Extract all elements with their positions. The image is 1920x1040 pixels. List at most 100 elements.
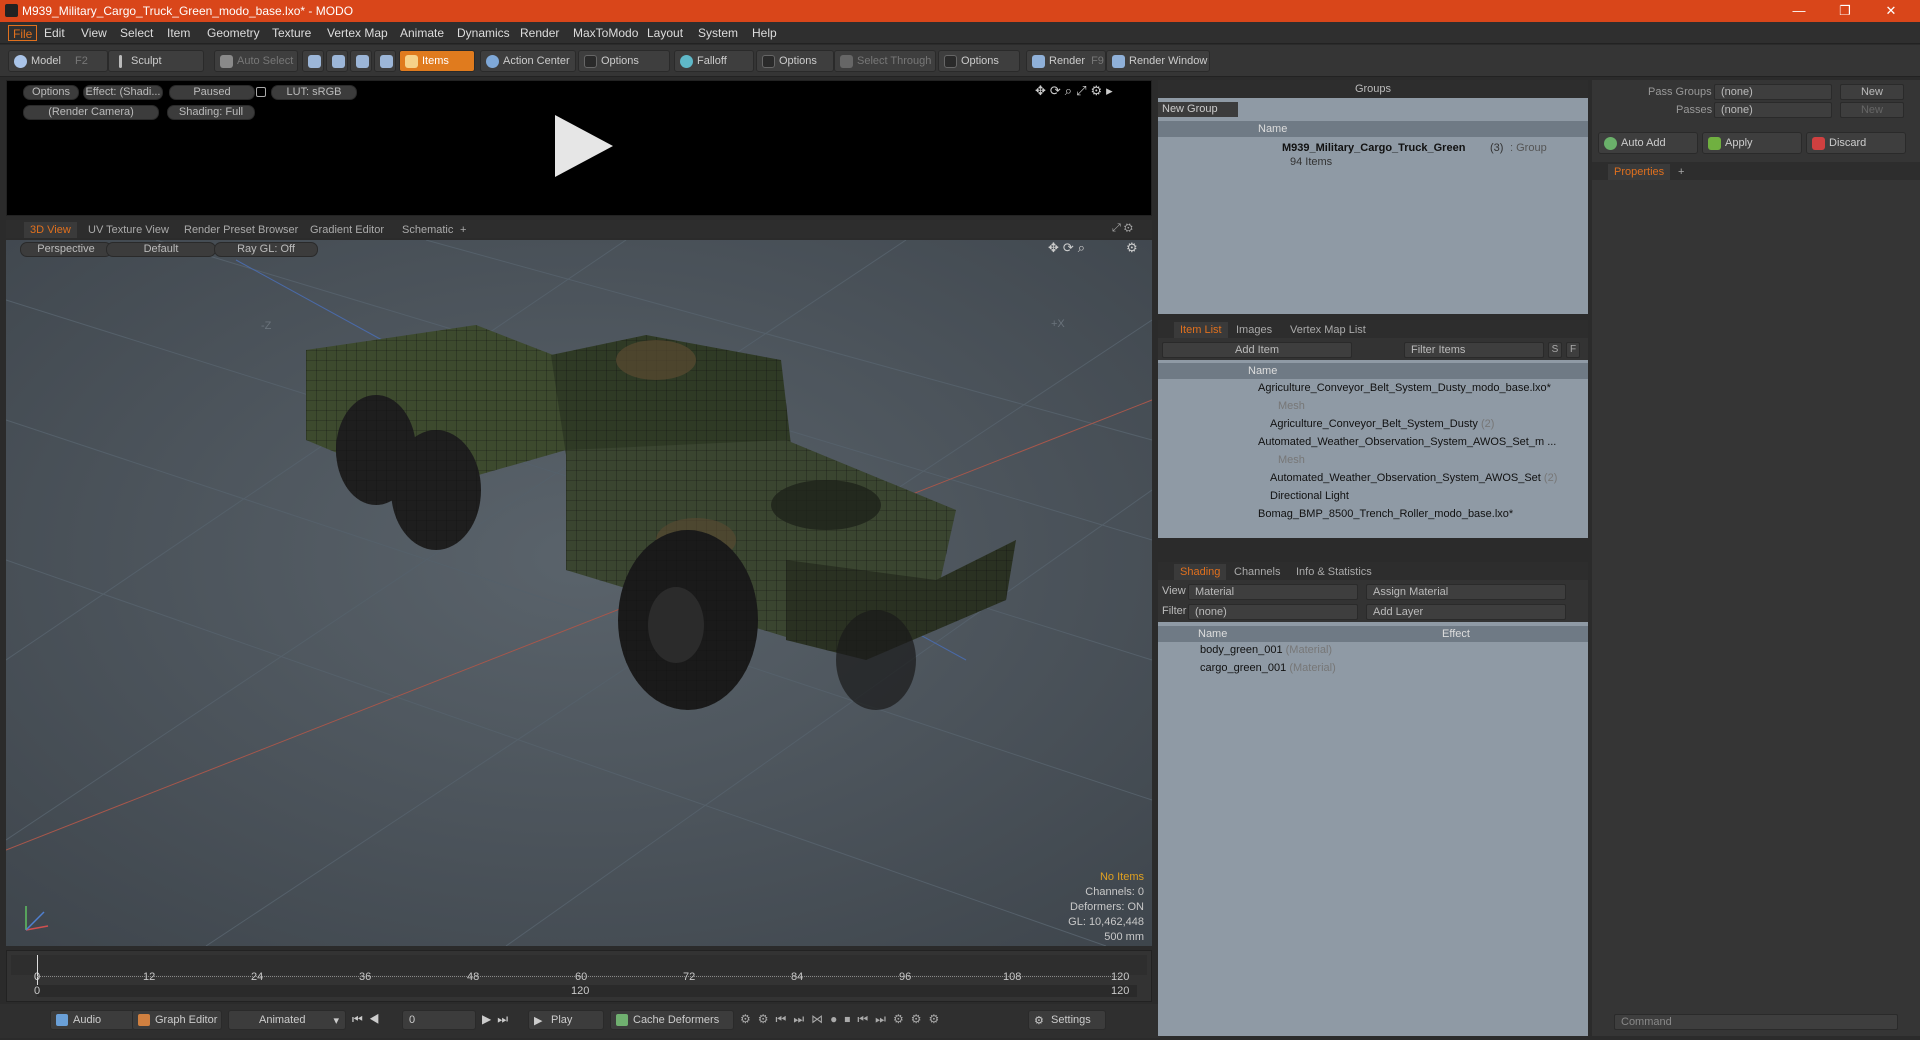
model-mode-button[interactable]: Model F2 bbox=[8, 50, 108, 72]
add-tab-icon[interactable]: + bbox=[454, 222, 472, 238]
render-camera-dropdown[interactable]: (Render Camera) bbox=[23, 105, 159, 120]
action-center-options-button[interactable]: Options bbox=[578, 50, 670, 72]
viewport-3d[interactable]: -Z +X Perspective Default Ray GL: Off ✥⟳… bbox=[6, 240, 1152, 946]
filter-dropdown[interactable]: (none) bbox=[1188, 604, 1358, 620]
tab-uv-texture-view[interactable]: UV Texture View bbox=[82, 222, 175, 238]
key-tools-icons[interactable]: ⚙⚙⏮⏭⋈●⏹⏮⏭⚙⚙⚙ bbox=[740, 1012, 946, 1027]
discard-button[interactable]: Discard bbox=[1806, 132, 1906, 154]
filter-f-button[interactable]: F bbox=[1566, 342, 1580, 358]
menu-system[interactable]: System bbox=[694, 25, 742, 41]
paused-toggle[interactable]: Paused bbox=[169, 85, 255, 100]
list-item[interactable]: Automated_Weather_Observation_System_AWO… bbox=[1258, 436, 1556, 454]
view-dropdown[interactable]: Material bbox=[1188, 584, 1358, 600]
filter-s-button[interactable]: S bbox=[1548, 342, 1562, 358]
render-button[interactable]: Render F9 bbox=[1026, 50, 1106, 72]
menu-maxtomodo[interactable]: MaxToModo bbox=[569, 25, 642, 41]
select-vertices-button[interactable] bbox=[302, 50, 324, 72]
passes-dropdown[interactable]: (none) bbox=[1714, 102, 1832, 118]
audio-button[interactable]: Audio bbox=[50, 1010, 134, 1030]
menu-geometry[interactable]: Geometry bbox=[203, 25, 264, 41]
menu-layout[interactable]: Layout bbox=[643, 25, 687, 41]
menu-item[interactable]: Item bbox=[163, 25, 194, 41]
menu-edit[interactable]: Edit bbox=[40, 25, 69, 41]
close-button[interactable]: ✕ bbox=[1868, 0, 1914, 22]
list-item[interactable]: Agriculture_Conveyor_Belt_System_Dusty (… bbox=[1270, 418, 1494, 436]
render-window-button[interactable]: Render Window bbox=[1106, 50, 1210, 72]
lock-icon[interactable] bbox=[256, 87, 266, 97]
list-item[interactable]: Automated_Weather_Observation_System_AWO… bbox=[1270, 472, 1557, 490]
tab-gradient-editor[interactable]: Gradient Editor bbox=[304, 222, 390, 238]
select-materials-button[interactable] bbox=[374, 50, 396, 72]
tab-channels[interactable]: Channels bbox=[1228, 564, 1286, 580]
perspective-dropdown[interactable]: Perspective bbox=[20, 242, 112, 257]
assign-material-button[interactable]: Assign Material bbox=[1366, 584, 1566, 600]
menu-select[interactable]: Select bbox=[116, 25, 157, 41]
transport-forward-icons[interactable]: ▶⏭ bbox=[482, 1012, 514, 1027]
tab-shading[interactable]: Shading bbox=[1174, 564, 1227, 580]
group-row[interactable]: M939_Military_Cargo_Truck_Green (3) : Gr… bbox=[1158, 140, 1588, 172]
preview-options-button[interactable]: Options bbox=[23, 85, 79, 100]
tab-images[interactable]: Images bbox=[1230, 322, 1278, 338]
pass-groups-dropdown[interactable]: (none) bbox=[1714, 84, 1832, 100]
menu-dynamics[interactable]: Dynamics bbox=[453, 25, 514, 41]
tab-vertex-map-list[interactable]: Vertex Map List bbox=[1284, 322, 1372, 338]
material-row[interactable]: body_green_001 (Material) bbox=[1200, 644, 1332, 662]
panel-menu-icon[interactable]: ⤢ ⚙ bbox=[1112, 222, 1133, 235]
menu-texture[interactable]: Texture bbox=[268, 25, 315, 41]
minimize-button[interactable]: — bbox=[1776, 0, 1822, 22]
apply-button[interactable]: Apply bbox=[1702, 132, 1802, 154]
falloff-button[interactable]: Falloff bbox=[674, 50, 754, 72]
frame-input[interactable]: 0 bbox=[402, 1010, 476, 1030]
tab-3d-view[interactable]: 3D View bbox=[24, 222, 77, 238]
graph-editor-button[interactable]: Graph Editor bbox=[132, 1010, 222, 1030]
new-group-button[interactable]: New Group bbox=[1158, 102, 1238, 117]
tab-info-statistics[interactable]: Info & Statistics bbox=[1290, 564, 1378, 580]
command-input[interactable]: Command bbox=[1614, 1014, 1898, 1030]
menu-render[interactable]: Render bbox=[516, 25, 563, 41]
transport-rewind-icons[interactable]: ⏮◀ bbox=[352, 1012, 386, 1027]
restore-button[interactable]: ❐ bbox=[1822, 0, 1868, 22]
pass-groups-new-button[interactable]: New bbox=[1840, 84, 1904, 100]
timeline[interactable]: 0 12 24 36 48 60 72 84 96 108 120 0 120 … bbox=[6, 950, 1152, 1002]
select-through-button[interactable]: Select Through bbox=[834, 50, 936, 72]
menu-help[interactable]: Help bbox=[748, 25, 781, 41]
filter-items-input[interactable]: Filter Items bbox=[1404, 342, 1544, 358]
menu-vertex-map[interactable]: Vertex Map bbox=[323, 25, 392, 41]
list-item[interactable]: Mesh bbox=[1278, 454, 1305, 472]
shading-style-dropdown[interactable]: Default bbox=[106, 242, 216, 257]
viewport-nav-icons[interactable]: ✥⟳⌕ bbox=[1048, 240, 1089, 256]
auto-add-button[interactable]: Auto Add bbox=[1598, 132, 1698, 154]
auto-select-button[interactable]: Auto Select bbox=[214, 50, 298, 72]
menu-animate[interactable]: Animate bbox=[396, 25, 448, 41]
select-edges-button[interactable] bbox=[326, 50, 348, 72]
viewport-settings-icon[interactable]: ⚙ bbox=[1126, 240, 1138, 256]
lut-dropdown[interactable]: LUT: sRGB bbox=[271, 85, 357, 100]
items-mode-button[interactable]: Items bbox=[399, 50, 475, 72]
tab-schematic[interactable]: Schematic bbox=[396, 222, 459, 238]
animated-dropdown[interactable]: Animated ▾ bbox=[228, 1010, 346, 1030]
menu-file[interactable]: File bbox=[8, 25, 38, 41]
tab-properties[interactable]: Properties bbox=[1608, 164, 1671, 180]
settings-button[interactable]: ⚙ Settings bbox=[1028, 1010, 1106, 1030]
list-item[interactable]: Bomag_BMP_8500_Trench_Roller_modo_base.l… bbox=[1258, 508, 1513, 526]
select-through-options-button[interactable]: Options bbox=[938, 50, 1020, 72]
shading-dropdown[interactable]: Shading: Full bbox=[167, 105, 255, 120]
cache-deformers-button[interactable]: Cache Deformers bbox=[610, 1010, 734, 1030]
list-item[interactable]: Agriculture_Conveyor_Belt_System_Dusty_m… bbox=[1258, 382, 1551, 400]
play-button[interactable]: ▶ Play bbox=[528, 1010, 604, 1030]
passes-new-button[interactable]: New bbox=[1840, 102, 1904, 118]
add-layer-dropdown[interactable]: Add Layer bbox=[1366, 604, 1566, 620]
add-item-dropdown[interactable]: Add Item bbox=[1162, 342, 1352, 358]
raygl-dropdown[interactable]: Ray GL: Off bbox=[214, 242, 318, 257]
tab-item-list[interactable]: Item List bbox=[1174, 322, 1228, 338]
list-item[interactable]: Mesh bbox=[1278, 400, 1305, 418]
material-row[interactable]: cargo_green_001 (Material) bbox=[1200, 662, 1336, 680]
falloff-options-button[interactable]: Options bbox=[756, 50, 834, 72]
add-tab-icon[interactable]: + bbox=[1672, 164, 1690, 180]
sculpt-mode-button[interactable]: Sculpt bbox=[108, 50, 204, 72]
select-polygons-button[interactable] bbox=[350, 50, 372, 72]
play-preview-icon[interactable] bbox=[547, 111, 617, 181]
effect-dropdown[interactable]: Effect: (Shadi... bbox=[83, 85, 163, 100]
tab-render-preset-browser[interactable]: Render Preset Browser bbox=[178, 222, 304, 238]
action-center-button[interactable]: Action Center bbox=[480, 50, 576, 72]
